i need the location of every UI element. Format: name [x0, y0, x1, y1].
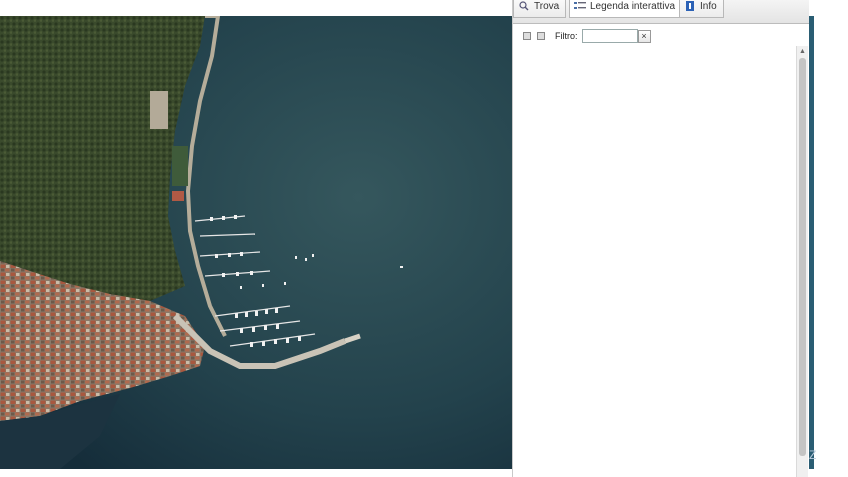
- tab-info-label: Info: [700, 0, 717, 12]
- right-map-strip: Z: [809, 16, 848, 469]
- zoom-mark-icon: Z: [809, 448, 817, 462]
- aerial-orthophoto: Strati WMS temporanei aggiunti dall'uten…: [0, 16, 512, 469]
- layer-tree: [513, 46, 796, 477]
- filter-input[interactable]: [581, 29, 638, 43]
- scroll-up-icon[interactable]: ▲: [799, 48, 806, 55]
- filter-clear-button[interactable]: ×: [637, 29, 651, 43]
- filter-label: Filtro:: [555, 31, 578, 41]
- scrollbar-thumb[interactable]: [799, 58, 806, 456]
- expand-all-button[interactable]: [523, 32, 531, 40]
- map-view[interactable]: Strati WMS temporanei aggiunti dall'uten…: [0, 16, 512, 469]
- tab-legenda[interactable]: Legenda interattiva: [569, 0, 683, 18]
- tab-info[interactable]: Info: [679, 0, 724, 18]
- tab-legenda-label: Legenda interattiva: [590, 0, 676, 12]
- tab-bar: Trova Legenda interattiva Info: [513, 0, 809, 24]
- tab-trova[interactable]: Trova: [513, 0, 567, 18]
- filter-toolbar: Filtro: ×: [513, 26, 809, 46]
- layer-tree-scrollbar[interactable]: ▲: [796, 46, 808, 477]
- app-window: Strati WMS temporanei aggiunti dall'uten…: [0, 0, 848, 477]
- tab-trova-label: Trova: [534, 0, 560, 12]
- info-icon: [686, 1, 694, 11]
- legend-icon: [574, 2, 586, 9]
- collapse-all-button[interactable]: [537, 32, 545, 40]
- map-edge: [809, 16, 814, 469]
- legend-panel: Trova Legenda interattiva Info Filtro: ×…: [512, 0, 809, 477]
- search-icon: [519, 1, 529, 11]
